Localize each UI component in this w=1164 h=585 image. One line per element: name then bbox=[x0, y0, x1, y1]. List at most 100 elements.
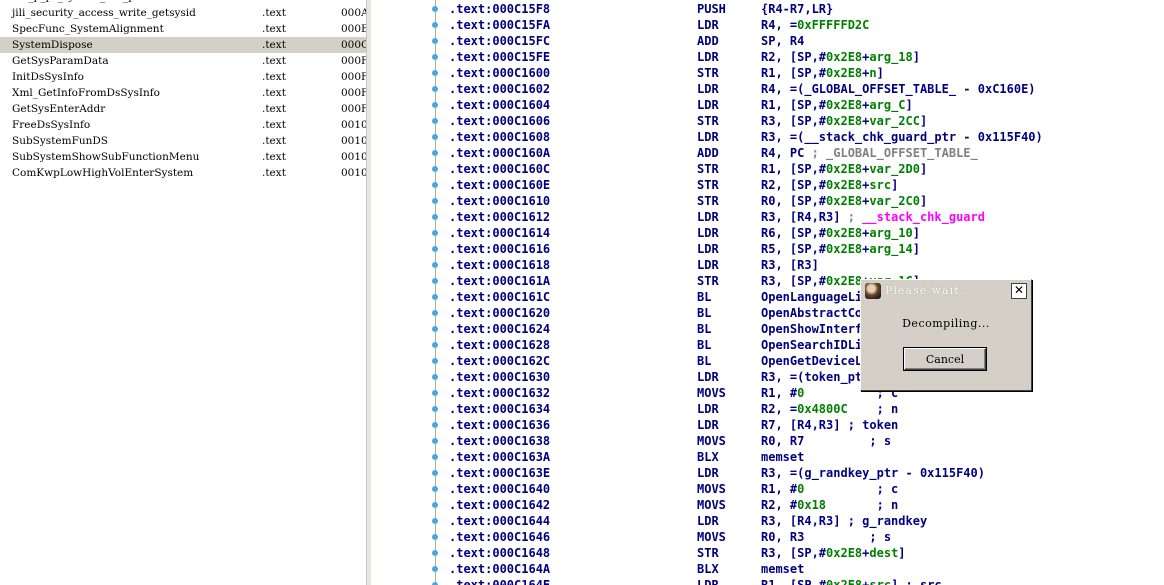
function-row[interactable]: SubSystemShowSubFunctionMenu .text 0010 bbox=[0, 149, 366, 165]
code-line[interactable]: .text:000C15FA LDR R4, =0xFFFFFD2C bbox=[449, 17, 1164, 33]
code-address[interactable]: .text:000C1602 bbox=[449, 81, 550, 97]
code-address[interactable]: .text:000C1614 bbox=[449, 225, 550, 241]
code-line[interactable]: .text:000C1624 BL OpenShowInterface bbox=[449, 321, 1164, 337]
code-address[interactable]: .text:000C1648 bbox=[449, 545, 550, 561]
code-line[interactable]: .text:000C1640 MOVS R1, #0 ; c bbox=[449, 481, 1164, 497]
function-row[interactable]: jili_security_access_write_getsysid .text… bbox=[0, 5, 366, 21]
function-row[interactable]: ComKwpLowHighVolEnterSystem .text 0010 bbox=[0, 165, 366, 181]
code-address[interactable]: .text:000C161A bbox=[449, 273, 550, 289]
code-address[interactable]: .text:000C1610 bbox=[449, 193, 550, 209]
operand-external[interactable]: __stack_chk_guard bbox=[862, 210, 985, 224]
code-address[interactable]: .text:000C1628 bbox=[449, 337, 550, 353]
code-address[interactable]: .text:000C1608 bbox=[449, 129, 550, 145]
code-address[interactable]: .text:000C164E bbox=[449, 577, 550, 585]
line-marker-dot bbox=[432, 454, 438, 460]
code-operands: R6, [SP,#0x2E8+arg_10] bbox=[761, 225, 920, 241]
code-address[interactable]: .text:000C160E bbox=[449, 177, 550, 193]
code-line[interactable]: .text:000C164E LDR R1, [SP,#0x2E8+src] ; s… bbox=[449, 577, 1164, 585]
code-line[interactable]: .text:000C1604 LDR R1, [SP,#0x2E8+arg_C] bbox=[449, 97, 1164, 113]
code-line[interactable]: .text:000C1648 STR R3, [SP,#0x2E8+dest] bbox=[449, 545, 1164, 561]
code-address[interactable]: .text:000C1640 bbox=[449, 481, 550, 497]
code-address[interactable]: .text:000C1616 bbox=[449, 241, 550, 257]
code-line[interactable]: .text:000C1618 LDR R3, [R3] bbox=[449, 257, 1164, 273]
code-line[interactable]: .text:000C163E LDR R3, =(g_randkey_ptr - 0… bbox=[449, 465, 1164, 481]
code-line[interactable]: .text:000C15FE LDR R2, [SP,#0x2E8+arg_18] bbox=[449, 49, 1164, 65]
code-line[interactable]: .text:000C161C BL OpenLanguageLib bbox=[449, 289, 1164, 305]
code-address[interactable]: .text:000C163A bbox=[449, 449, 550, 465]
code-line[interactable]: .text:000C1632 MOVS R1, #0 ; c bbox=[449, 385, 1164, 401]
code-address[interactable]: .text:000C1624 bbox=[449, 321, 550, 337]
code-address[interactable]: .text:000C1618 bbox=[449, 257, 550, 273]
code-line[interactable]: .text:000C15F8 PUSH {R4-R7,LR} bbox=[449, 1, 1164, 17]
code-line[interactable]: .text:000C1612 LDR R3, [R4,R3] ; __stack_c… bbox=[449, 209, 1164, 225]
code-line[interactable]: .text:000C1646 MOVS R0, R3 ; s bbox=[449, 529, 1164, 545]
code-line[interactable]: .text:000C1630 LDR R3, =(token_ptr - 0x115… bbox=[449, 369, 1164, 385]
code-address[interactable]: .text:000C163E bbox=[449, 465, 550, 481]
code-address[interactable]: .text:000C1620 bbox=[449, 305, 550, 321]
code-line[interactable]: .text:000C1616 LDR R5, [SP,#0x2E8+arg_14] bbox=[449, 241, 1164, 257]
code-line[interactable]: .text:000C1606 STR R3, [SP,#0x2E8+var_2CC] bbox=[449, 113, 1164, 129]
code-address[interactable]: .text:000C1600 bbox=[449, 65, 550, 81]
code-address[interactable]: .text:000C1636 bbox=[449, 417, 550, 433]
operand-text: R1, [SP,# bbox=[761, 578, 827, 585]
code-line[interactable]: .text:000C161ASTRR3, [SP,#0x2E8+var_1C] bbox=[449, 273, 1164, 289]
function-row[interactable]: SubSystemFunDS .text 0010 bbox=[0, 133, 366, 149]
code-line[interactable]: .text:000C1608 LDR R3, =(__stack_chk_guard… bbox=[449, 129, 1164, 145]
code-mnemonic: STR bbox=[697, 114, 719, 128]
code-address[interactable]: .text:000C15F8 bbox=[449, 1, 550, 17]
code-address[interactable]: .text:000C1638 bbox=[449, 433, 550, 449]
code-address[interactable]: .text:000C1630 bbox=[449, 369, 550, 385]
code-line[interactable]: .text:000C1638 MOVS R0, R7 ; s bbox=[449, 433, 1164, 449]
code-line[interactable]: .text:000C160E STR R2, [SP,#0x2E8+src] bbox=[449, 177, 1164, 193]
code-address[interactable]: .text:000C162C bbox=[449, 353, 550, 369]
code-line[interactable]: .text:000C1642 MOVS R2, #0x18 ; n bbox=[449, 497, 1164, 513]
code-address[interactable]: .text:000C1634 bbox=[449, 401, 550, 417]
code-address[interactable]: .text:000C1632 bbox=[449, 385, 550, 401]
function-row[interactable]: SpecFunc_SystemAlignment .text 000E bbox=[0, 21, 366, 37]
close-icon[interactable]: ✕ bbox=[1011, 283, 1027, 299]
operand-number: 0x2E8 bbox=[826, 50, 863, 64]
code-line[interactable]: .text:000C160A ADD R4, PC ; _GLOBAL_OFFSET… bbox=[449, 145, 1164, 161]
dialog-titlebar[interactable]: Please wait... ✕ bbox=[863, 282, 1029, 300]
function-row[interactable]: FreeDsSysInfo .text 0010 bbox=[0, 117, 366, 133]
code-line[interactable]: .text:000C1600 STR R1, [SP,#0x2E8+n] bbox=[449, 65, 1164, 81]
code-address[interactable]: .text:000C1606 bbox=[449, 113, 550, 129]
code-line[interactable]: .text:000C1610 STR R0, [SP,#0x2E8+var_2C0] bbox=[449, 193, 1164, 209]
code-address[interactable]: .text:000C15FA bbox=[449, 17, 550, 33]
operand-variable: src bbox=[869, 578, 892, 585]
code-address[interactable]: .text:000C1646 bbox=[449, 529, 550, 545]
code-line[interactable]: .text:000C1644 LDR R3, [R4,R3] ; g_randkey bbox=[449, 513, 1164, 529]
code-line[interactable]: .text:000C15FC ADD SP, R4 bbox=[449, 33, 1164, 49]
code-line[interactable]: .text:000C164A BLX memset bbox=[449, 561, 1164, 577]
code-address[interactable]: .text:000C15FE bbox=[449, 49, 550, 65]
code-address[interactable]: .text:000C1612 bbox=[449, 209, 550, 225]
code-line[interactable]: .text:000C1634 LDR R2, =0x4800C ; n bbox=[449, 401, 1164, 417]
line-marker-dot bbox=[432, 326, 438, 332]
code-address[interactable]: .text:000C160C bbox=[449, 161, 550, 177]
function-list: act_p_ps_system_init_p.text000Ajili_secu… bbox=[0, 0, 366, 181]
code-line[interactable]: .text:000C163A BLX memset bbox=[449, 449, 1164, 465]
operand-number: 0x2E8 bbox=[826, 66, 863, 80]
cancel-button[interactable]: Cancel bbox=[904, 348, 986, 370]
code-line[interactable]: .text:000C1628 BL OpenSearchIDLib bbox=[449, 337, 1164, 353]
code-line[interactable]: .text:000C1602 LDR R4, =(_GLOBAL_OFFSET_TA… bbox=[449, 81, 1164, 97]
function-row[interactable]: SystemDispose .text 000C bbox=[0, 37, 366, 53]
function-row[interactable]: Xml_GetInfoFromDsSysInfo .text 000F bbox=[0, 85, 366, 101]
operand-text: ] bbox=[912, 226, 920, 240]
code-line[interactable]: .text:000C162C BL OpenGetDeviceLib bbox=[449, 353, 1164, 369]
function-row[interactable]: InitDsSysInfo .text 000F bbox=[0, 69, 366, 85]
code-line[interactable]: .text:000C1614 LDR R6, [SP,#0x2E8+arg_10] bbox=[449, 225, 1164, 241]
code-address[interactable]: .text:000C15FC bbox=[449, 33, 550, 49]
code-line[interactable]: .text:000C160C STR R1, [SP,#0x2E8+var_2D0] bbox=[449, 161, 1164, 177]
operand-text: R1, [SP,# bbox=[761, 98, 827, 112]
code-address[interactable]: .text:000C1604 bbox=[449, 97, 550, 113]
code-address[interactable]: .text:000C161C bbox=[449, 289, 550, 305]
code-address[interactable]: .text:000C1642 bbox=[449, 497, 550, 513]
code-address[interactable]: .text:000C1644 bbox=[449, 513, 550, 529]
code-address[interactable]: .text:000C160A bbox=[449, 145, 550, 161]
function-row[interactable]: GetSysEnterAddr .text 000F bbox=[0, 101, 366, 117]
code-line[interactable]: .text:000C1636 LDR R7, [R4,R3] ; token bbox=[449, 417, 1164, 433]
code-line[interactable]: .text:000C1620 BL OpenAbstractCodeLib bbox=[449, 305, 1164, 321]
function-row[interactable]: GetSysParamData .text 000F bbox=[0, 53, 366, 69]
code-address[interactable]: .text:000C164A bbox=[449, 561, 550, 577]
